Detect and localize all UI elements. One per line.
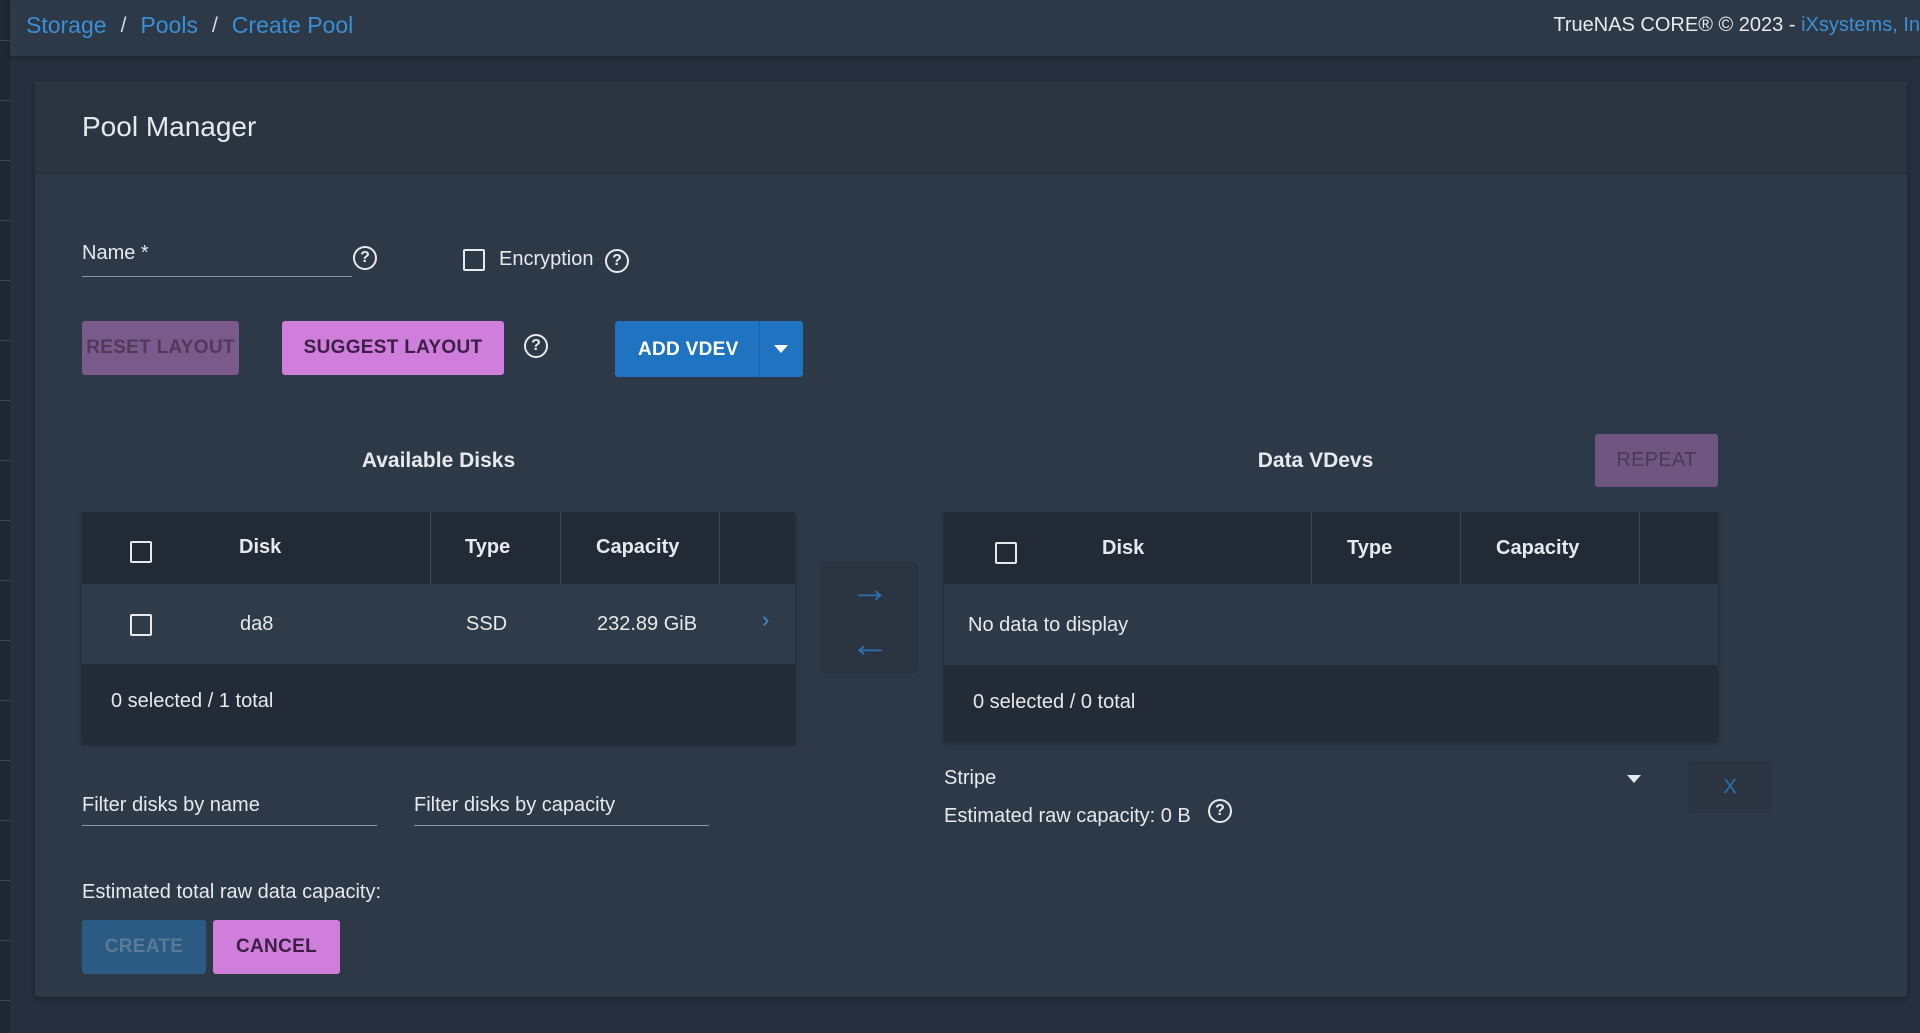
- card-header: Pool Manager: [35, 81, 1907, 174]
- ixsystems-link[interactable]: iXsystems, In: [1801, 14, 1920, 36]
- disk-capacity: 232.89 GiB: [597, 613, 698, 635]
- encryption-label: Encryption: [499, 248, 594, 270]
- filter-capacity-underline: [414, 825, 709, 826]
- create-button[interactable]: CREATE: [82, 920, 206, 974]
- table-row[interactable]: da8 SSD 232.89 GiB ›: [82, 584, 795, 664]
- breadcrumb-pools[interactable]: Pools: [140, 12, 198, 39]
- column-divider: [719, 512, 720, 584]
- column-header-type[interactable]: Type: [465, 536, 510, 559]
- dropdown-caret-icon: [774, 345, 788, 353]
- column-divider: [560, 512, 561, 584]
- breadcrumb: Storage / Pools / Create Pool: [26, 12, 353, 39]
- disk-name: da8: [240, 613, 274, 635]
- select-all-checkbox[interactable]: [995, 542, 1017, 564]
- selection-count: 0 selected / 0 total: [973, 691, 1136, 713]
- help-icon[interactable]: ?: [1208, 799, 1232, 823]
- filter-disks-by-name-input[interactable]: Filter disks by name: [82, 794, 260, 817]
- table-footer: 0 selected / 0 total: [944, 665, 1718, 741]
- chevron-right-icon[interactable]: ›: [762, 607, 769, 633]
- pool-manager-card: Pool Manager Name * ? Encryption ? RESET…: [35, 81, 1907, 997]
- breadcrumb-storage[interactable]: Storage: [26, 12, 107, 39]
- breadcrumb-create-pool[interactable]: Create Pool: [232, 12, 353, 39]
- data-vdevs-title: Data VDevs: [1257, 449, 1374, 472]
- column-divider: [1639, 512, 1640, 584]
- suggest-layout-button[interactable]: SUGGEST LAYOUT: [282, 321, 504, 375]
- arrow-left-icon[interactable]: ←: [850, 622, 890, 667]
- help-icon[interactable]: ?: [524, 334, 548, 358]
- data-vdevs-table: Disk Type Capacity No data to display 0 …: [944, 512, 1718, 741]
- column-divider: [1460, 512, 1461, 584]
- vdev-layout-select[interactable]: Stripe: [944, 765, 1644, 795]
- breadcrumb-separator: /: [211, 13, 218, 37]
- arrow-right-icon[interactable]: →: [850, 567, 890, 612]
- filter-disks-by-capacity-input[interactable]: Filter disks by capacity: [414, 794, 615, 817]
- add-vdev-label: ADD VDEV: [638, 339, 739, 360]
- repeat-button[interactable]: REPEAT: [1595, 434, 1718, 487]
- column-header-type[interactable]: Type: [1347, 537, 1392, 560]
- column-header-capacity[interactable]: Capacity: [1496, 537, 1579, 560]
- name-field[interactable]: [82, 238, 352, 270]
- selection-count: 0 selected / 1 total: [111, 690, 274, 712]
- disk-type: SSD: [466, 613, 508, 635]
- copyright-notice: TrueNAS CORE® © 2023 - iXsystems, In: [1553, 14, 1920, 37]
- name-field-underline: [82, 276, 352, 277]
- column-divider: [1311, 512, 1312, 584]
- select-all-checkbox[interactable]: [130, 541, 152, 563]
- column-divider: [430, 512, 431, 584]
- estimated-total-capacity: Estimated total raw data capacity:: [82, 881, 382, 903]
- encryption-checkbox[interactable]: [463, 249, 485, 271]
- empty-row: No data to display: [944, 584, 1718, 665]
- table-header: Disk Type Capacity: [944, 512, 1718, 584]
- vdev-layout-value: Stripe: [944, 767, 997, 789]
- remove-vdev-button[interactable]: X: [1689, 761, 1771, 813]
- table-footer: 0 selected / 1 total: [82, 664, 795, 743]
- row-checkbox[interactable]: [130, 614, 152, 636]
- column-header-disk[interactable]: Disk: [239, 536, 281, 559]
- empty-message: No data to display: [968, 614, 1129, 636]
- transfer-controls: → ←: [820, 562, 918, 674]
- column-header-capacity[interactable]: Capacity: [596, 536, 679, 559]
- breadcrumb-separator: /: [120, 13, 127, 37]
- help-icon[interactable]: ?: [353, 246, 377, 270]
- reset-layout-button[interactable]: RESET LAYOUT: [82, 321, 239, 375]
- column-header-disk[interactable]: Disk: [1102, 537, 1144, 560]
- filter-name-underline: [82, 825, 377, 826]
- available-disks-table: Disk Type Capacity da8 SSD 232.89 GiB › …: [82, 512, 795, 743]
- dropdown-caret-icon: [1627, 775, 1641, 783]
- available-disks-title: Available Disks: [361, 449, 516, 472]
- help-icon[interactable]: ?: [605, 249, 629, 273]
- estimated-raw-capacity: Estimated raw capacity: 0 B: [944, 805, 1191, 827]
- table-header: Disk Type Capacity: [82, 512, 795, 584]
- page-title: Pool Manager: [82, 111, 257, 142]
- cancel-button[interactable]: CANCEL: [213, 920, 340, 974]
- copyright-text: TrueNAS CORE® © 2023 -: [1553, 14, 1802, 36]
- add-vdev-dropdown-toggle[interactable]: [760, 321, 803, 377]
- left-sidebar-strip: [0, 0, 10, 1033]
- add-vdev-button[interactable]: ADD VDEV: [615, 321, 803, 377]
- top-bar: Storage / Pools / Create Pool TrueNAS CO…: [10, 0, 1920, 56]
